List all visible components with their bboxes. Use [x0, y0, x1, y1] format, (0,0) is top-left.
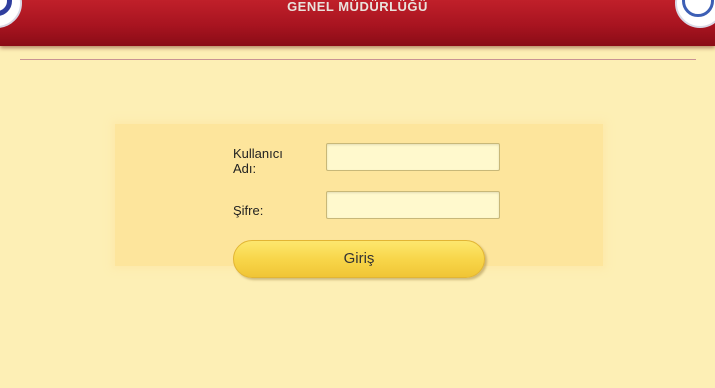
- password-input[interactable]: [326, 191, 500, 219]
- login-button[interactable]: Giriş: [233, 240, 485, 278]
- password-label: Şifre:: [233, 203, 264, 218]
- header-divider: [20, 59, 696, 60]
- header-title: GENEL MÜDÜRLÜĞÜ: [287, 0, 428, 14]
- site-header: GENEL MÜDÜRLÜĞÜ: [0, 0, 715, 46]
- ministry-emblem-icon: [675, 0, 715, 28]
- username-label: Kullanıcı Adı:: [233, 146, 283, 176]
- username-input[interactable]: [326, 143, 500, 171]
